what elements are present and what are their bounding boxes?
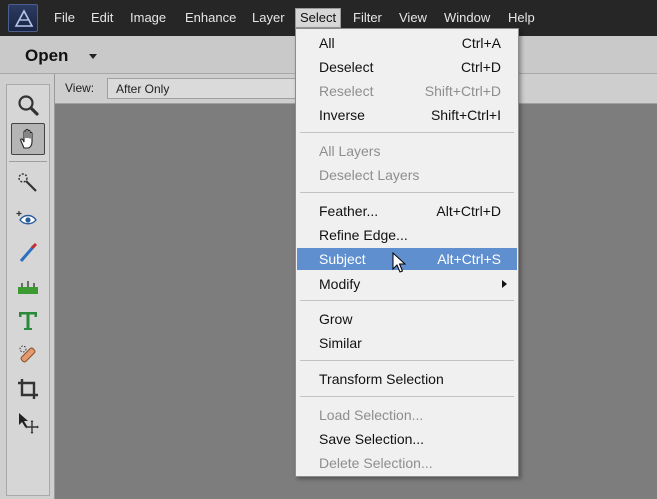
menu-item-reselect[interactable]: Reselect Shift+Ctrl+D [297,80,517,102]
move-tool-icon[interactable] [11,407,45,439]
menu-separator [300,192,514,193]
menu-item-save-selection[interactable]: Save Selection... [297,428,517,450]
toolbox [0,74,55,499]
submenu-arrow-icon [502,280,507,288]
photoshop-elements-logo-icon[interactable] [8,4,38,32]
type-tool-icon[interactable] [11,305,45,337]
menu-view[interactable]: View [395,9,431,29]
menu-item-inverse[interactable]: Inverse Shift+Ctrl+I [297,104,517,126]
straighten-tool-icon[interactable] [11,271,45,303]
menu-item-label: Deselect Layers [319,167,420,183]
menu-item-deselect[interactable]: Deselect Ctrl+D [297,56,517,78]
menu-item-label: Grow [319,311,353,327]
tool-separator [9,161,47,162]
menu-item-refine-edge[interactable]: Refine Edge... [297,224,517,246]
menu-item-label: All [319,35,335,51]
menu-separator [300,132,514,133]
menu-item-load-selection[interactable]: Load Selection... [297,404,517,426]
menu-item-shortcut: Alt+Ctrl+S [437,251,501,267]
menu-item-label: Inverse [319,107,365,123]
menu-item-label: Refine Edge... [319,227,408,243]
menu-item-label: Subject [319,251,366,267]
menu-item-subject[interactable]: Subject Alt+Ctrl+S [297,248,517,270]
menu-image[interactable]: Image [126,9,170,29]
menu-item-similar[interactable]: Similar [297,332,517,354]
menu-window[interactable]: Window [440,9,494,29]
menu-edit[interactable]: Edit [87,9,117,29]
menu-item-label: Deselect [319,59,374,75]
menu-item-label: Modify [319,276,361,292]
menu-item-label: Save Selection... [319,431,425,447]
select-menu: All Ctrl+A Deselect Ctrl+D Reselect Shif… [295,28,519,477]
menu-item-shortcut: Ctrl+A [461,35,501,51]
view-select-value: After Only [116,82,170,96]
mouse-pointer-icon [392,251,407,279]
menu-separator [300,300,514,301]
menu-item-feather[interactable]: Feather... Alt+Ctrl+D [297,200,517,222]
menu-item-shortcut: Shift+Ctrl+I [430,107,501,123]
menu-item-label: Load Selection... [319,407,424,423]
whiten-teeth-tool-icon[interactable] [11,237,45,269]
view-label: View: [65,81,95,95]
open-button[interactable]: Open [25,46,68,66]
zoom-tool-icon[interactable] [11,89,45,121]
menu-item-all[interactable]: All Ctrl+A [297,32,517,54]
crop-tool-icon[interactable] [11,373,45,405]
menu-item-shortcut: Ctrl+D [460,59,501,75]
menu-layer[interactable]: Layer [248,9,289,29]
menu-item-label: Feather... [319,203,379,219]
menu-item-grow[interactable]: Grow [297,308,517,330]
tool-column [6,84,50,496]
menu-file[interactable]: File [50,9,79,29]
menu-help[interactable]: Help [504,9,539,29]
menu-item-shortcut: Alt+Ctrl+D [436,203,501,219]
menu-item-shortcut: Shift+Ctrl+D [424,83,501,99]
menu-item-delete-selection[interactable]: Delete Selection... [297,452,517,474]
menu-select[interactable]: Select [295,8,342,28]
menu-item-transform-selection[interactable]: Transform Selection [297,368,517,390]
menu-item-all-layers[interactable]: All Layers [297,140,517,162]
menu-separator [300,396,514,397]
menu-filter[interactable]: Filter [349,9,386,29]
menu-item-label: Transform Selection [319,371,444,387]
chevron-down-icon[interactable] [89,54,97,59]
menu-item-deselect-layers[interactable]: Deselect Layers [297,164,517,186]
menu-item-label: Reselect [319,83,374,99]
hand-tool-icon[interactable] [11,123,45,155]
menu-item-modify[interactable]: Modify [297,273,517,295]
menu-item-label: All Layers [319,143,381,159]
eye-tool-icon[interactable] [11,203,45,235]
menu-item-label: Delete Selection... [319,455,433,471]
spot-healing-tool-icon[interactable] [11,339,45,371]
quick-selection-tool-icon[interactable] [11,167,45,199]
menu-separator [300,360,514,361]
menu-enhance[interactable]: Enhance [181,9,240,29]
menu-item-label: Similar [319,335,362,351]
